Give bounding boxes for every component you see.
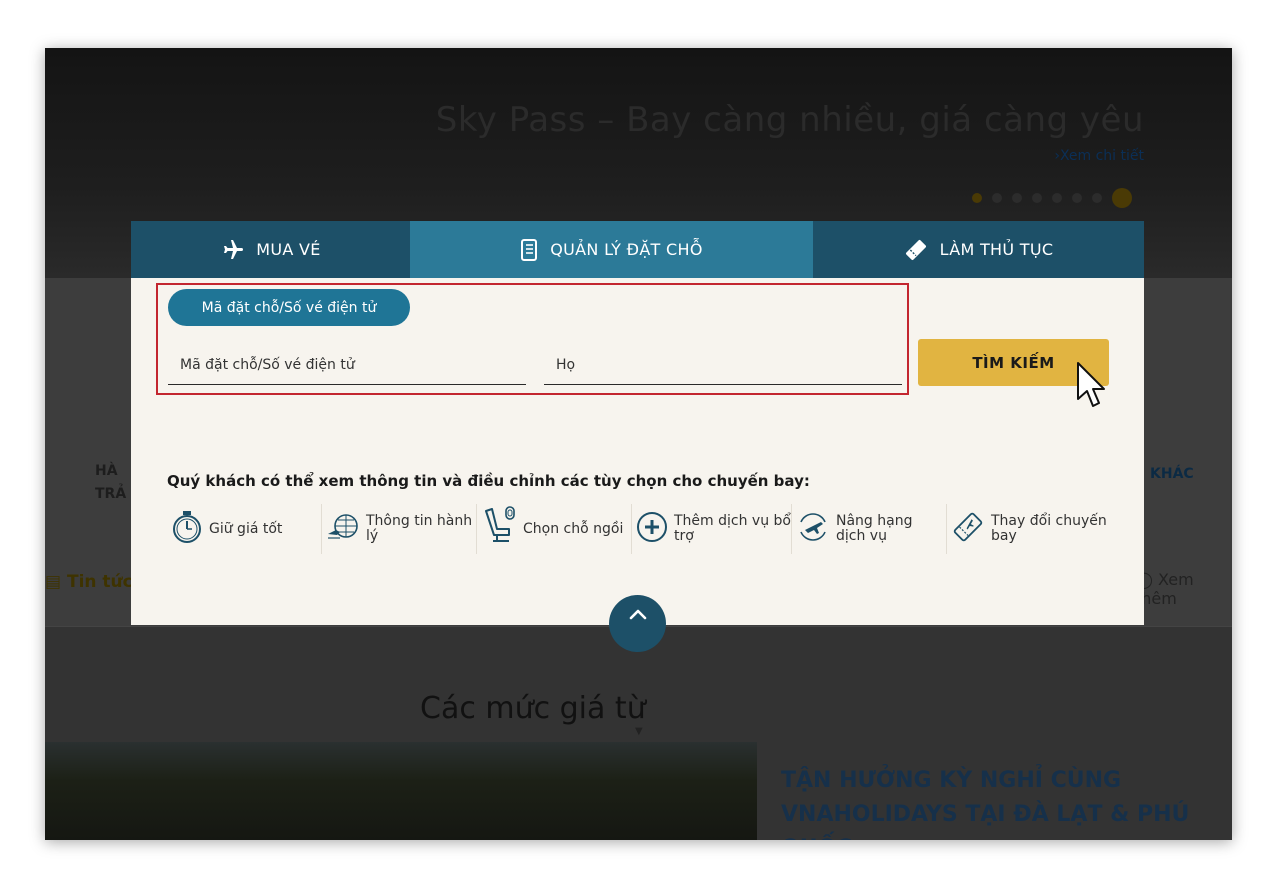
option-change-flight[interactable]: Thay đổi chuyến bay — [947, 504, 1117, 554]
promo-heading[interactable]: TẬN HƯỞNG KỲ NGHỈ CÙNG VNAHOLIDAYS TẠI Đ… — [781, 764, 1221, 840]
option-choose-seat[interactable]: Chọn chỗ ngồi — [477, 504, 632, 554]
news-heading: ▤ Tin tức — [45, 572, 133, 592]
see-more-link[interactable]: ◯ Xem thêm — [1135, 570, 1232, 608]
option-add-services[interactable]: Thêm dịch vụ bổ trợ — [632, 504, 792, 554]
option-label: Giữ giá tốt — [209, 520, 283, 537]
manage-booking-panel: MUA VÉ QUẢN LÝ ĐẶT CHỖ LÀM THỦ TỤC Mã đặ… — [131, 221, 1144, 652]
tab-label: MUA VÉ — [256, 240, 321, 259]
chevron-up-icon — [629, 609, 647, 620]
news-heading-label: Tin tức — [66, 572, 133, 592]
browser-viewport: Sky Pass – Bay càng nhiều, giá càng yêu … — [45, 48, 1232, 840]
booking-tabs: MUA VÉ QUẢN LÝ ĐẶT CHỖ LÀM THỦ TỤC — [131, 221, 1144, 278]
ticket-icon — [904, 238, 928, 262]
tab-manage-booking[interactable]: QUẢN LÝ ĐẶT CHỖ — [410, 221, 813, 278]
background-label: HÀ — [95, 463, 118, 479]
mouse-cursor-icon — [1076, 361, 1106, 415]
carousel-play-icon[interactable] — [1112, 188, 1132, 208]
options-row: Giữ giá tốt Thông tin hành lý Chọn chỗ n… — [167, 504, 1127, 554]
tab-check-in[interactable]: LÀM THỦ TỤC — [813, 221, 1144, 278]
promo-image — [45, 742, 757, 840]
seat-icon — [481, 505, 517, 553]
carousel-dot[interactable] — [1032, 193, 1042, 203]
stopwatch-icon — [171, 509, 203, 549]
upgrade-icon — [796, 510, 830, 548]
last-name-input[interactable]: Họ — [544, 345, 902, 385]
carousel-dot[interactable] — [992, 193, 1002, 203]
option-label: Thay đổi chuyến bay — [991, 513, 1107, 544]
booking-code-input[interactable]: Mã đặt chỗ/Số vé điện tử — [168, 345, 526, 385]
background-label: KHÁC — [1150, 466, 1194, 482]
hero-title: Sky Pass – Bay càng nhiều, giá càng yêu — [435, 100, 1144, 140]
change-ticket-icon — [951, 510, 985, 548]
plus-circle-icon — [636, 511, 668, 547]
option-hold-price[interactable]: Giữ giá tốt — [167, 504, 322, 554]
option-label: Nâng hạng dịch vụ — [836, 513, 913, 544]
booking-code-mode-button[interactable]: Mã đặt chỗ/Số vé điện tử — [168, 289, 410, 326]
background-label: TRẢ — [95, 486, 127, 502]
info-heading: Quý khách có thể xem thông tin và điều c… — [167, 472, 810, 490]
carousel-dots — [972, 188, 1132, 208]
carousel-dot[interactable] — [1072, 193, 1082, 203]
option-label: Thông tin hành lý — [366, 513, 473, 544]
carousel-dot[interactable] — [1092, 193, 1102, 203]
airplane-icon — [220, 238, 244, 262]
baggage-icon — [326, 512, 360, 546]
tab-buy-ticket[interactable]: MUA VÉ — [131, 221, 410, 278]
carousel-dot-active[interactable] — [972, 193, 982, 203]
option-upgrade-service[interactable]: Nâng hạng dịch vụ — [792, 504, 947, 554]
option-label: Thêm dịch vụ bổ trợ — [674, 513, 791, 544]
collapse-button[interactable] — [609, 595, 666, 652]
prices-title: Các mức giá từ — [420, 691, 646, 726]
notebook-icon — [520, 238, 538, 261]
option-label: Chọn chỗ ngồi — [523, 520, 624, 537]
carousel-dot[interactable] — [1052, 193, 1062, 203]
option-baggage-info[interactable]: Thông tin hành lý — [322, 504, 477, 554]
hero-detail-link[interactable]: ›Xem chi tiết — [1054, 148, 1144, 164]
tab-label: LÀM THỦ TỤC — [939, 240, 1054, 259]
carousel-dot[interactable] — [1012, 193, 1022, 203]
caret-down-icon: ▼ — [635, 726, 643, 737]
tab-label: QUẢN LÝ ĐẶT CHỖ — [550, 240, 703, 259]
